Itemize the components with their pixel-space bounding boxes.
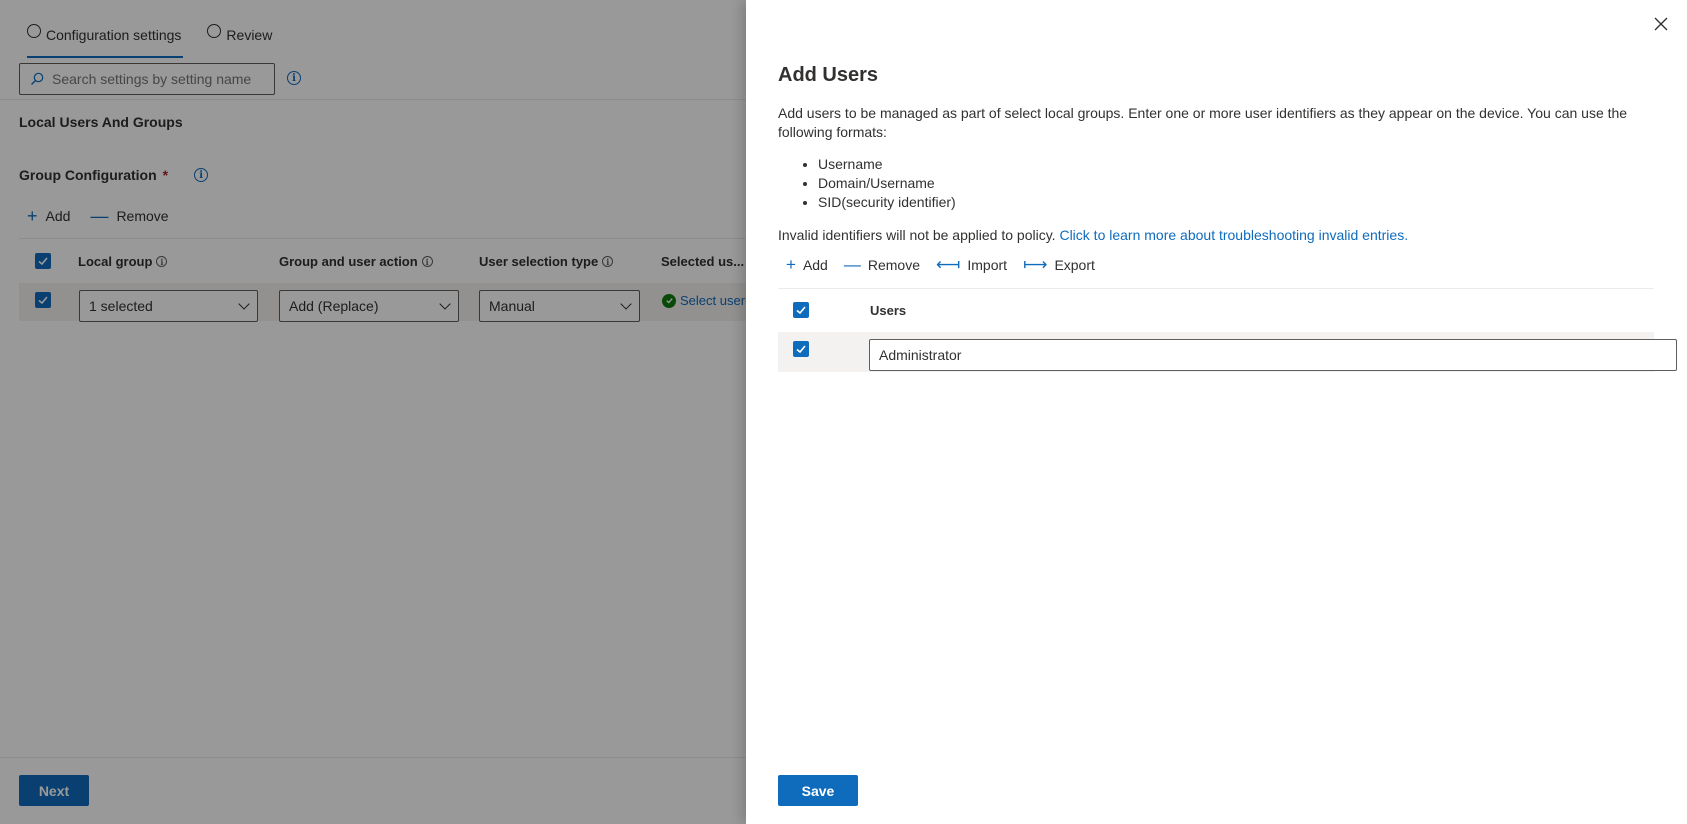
add-user-button[interactable]: + Add — [786, 255, 828, 274]
minus-icon: — — [843, 255, 861, 274]
add-users-panel: Add Users Add users to be managed as par… — [746, 0, 1687, 824]
format-list: Username Domain/Username SID(security id… — [818, 155, 956, 212]
users-table-header: Users — [778, 300, 1654, 320]
invalid-identifiers-note: Invalid identifiers will not be applied … — [778, 227, 1408, 243]
import-button[interactable]: ⟻ Import — [936, 255, 1008, 274]
export-button[interactable]: ⟼ Export — [1023, 255, 1095, 274]
select-all-users-checkbox[interactable] — [793, 302, 809, 318]
modal-overlay[interactable] — [0, 0, 746, 824]
column-header-users: Users — [870, 303, 907, 318]
panel-title: Add Users — [778, 64, 879, 86]
list-item: Domain/Username — [818, 174, 956, 193]
row-checkbox[interactable] — [793, 341, 809, 357]
checkmark-icon — [796, 345, 806, 354]
troubleshooting-link[interactable]: Click to learn more about troubleshootin… — [1059, 227, 1408, 243]
divider — [778, 288, 1654, 289]
import-label: Import — [967, 257, 1008, 273]
panel-description: Add users to be managed as part of selec… — [778, 105, 1628, 140]
list-item: Username — [818, 155, 956, 174]
checkmark-icon — [796, 306, 806, 315]
save-button[interactable]: Save — [778, 775, 858, 806]
remove-label: Remove — [867, 257, 920, 273]
table-row — [778, 332, 1677, 372]
close-icon — [1654, 17, 1668, 31]
plus-icon: + — [786, 255, 796, 274]
import-arrow-icon: ⟻ — [936, 255, 961, 274]
remove-user-button[interactable]: — Remove — [843, 255, 920, 274]
user-identifier-input[interactable] — [869, 339, 1677, 371]
users-toolbar: + Add — Remove ⟻ Import ⟼ Export — [786, 255, 1095, 274]
close-button[interactable] — [1651, 14, 1671, 34]
list-item: SID(security identifier) — [818, 193, 956, 212]
export-label: Export — [1054, 257, 1095, 273]
export-arrow-icon: ⟼ — [1023, 255, 1048, 274]
invalid-note-text: Invalid identifiers will not be applied … — [778, 227, 1056, 243]
add-label: Add — [802, 257, 828, 273]
